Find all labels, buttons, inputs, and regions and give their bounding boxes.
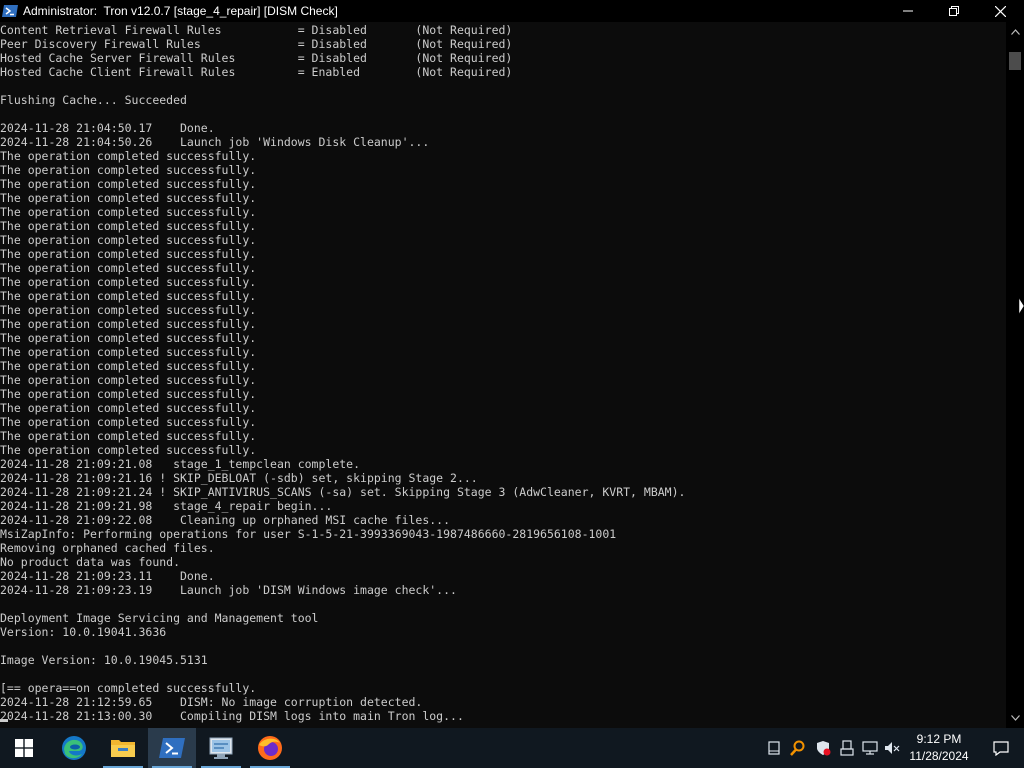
chevron-up-icon <box>1010 29 1020 35</box>
console-line: The operation completed successfully. <box>0 415 257 429</box>
taskbar: 9:12 PM 11/28/2024 <box>0 728 1024 768</box>
console-line: The operation completed successfully. <box>0 233 257 247</box>
console-line: The operation completed successfully. <box>0 149 257 163</box>
scroll-up-button[interactable] <box>1006 24 1024 40</box>
console-line: Removing orphaned cached files. <box>0 541 215 555</box>
console-line: The operation completed successfully. <box>0 317 257 331</box>
close-icon <box>994 5 1006 17</box>
console-line: Version: 10.0.19041.3636 <box>0 625 167 639</box>
console-line: Content Retrieval Firewall Rules = Disab… <box>0 23 513 37</box>
powershell-icon <box>159 738 185 758</box>
console-line: The operation completed successfully. <box>0 429 257 443</box>
console-line: Hosted Cache Client Firewall Rules = Ena… <box>0 65 513 79</box>
console-line: 2024-11-28 21:09:21.24 ! SKIP_ANTIVIRUS_… <box>0 485 686 499</box>
console-line: [== opera==on completed successfully. <box>0 681 257 695</box>
console-line: MsiZapInfo: Performing operations for us… <box>0 527 617 541</box>
control-panel-icon <box>209 737 233 759</box>
console-line: The operation completed successfully. <box>0 205 257 219</box>
tray-volume-muted-icon[interactable] <box>884 740 900 756</box>
console-line: The operation completed successfully. <box>0 247 257 261</box>
clock-time: 9:12 PM <box>916 732 962 746</box>
console-window[interactable]: Administrator: Tron v12.0.7 [stage_4_rep… <box>0 0 1024 728</box>
console-line: The operation completed successfully. <box>0 303 257 317</box>
scroll-thumb[interactable] <box>1009 52 1021 70</box>
tray-search-icon[interactable] <box>790 740 806 756</box>
console-line: The operation completed successfully. <box>0 275 257 289</box>
console-line: 2024-11-28 21:04:50.26 Launch job 'Windo… <box>0 135 430 149</box>
taskbar-powershell[interactable] <box>148 728 196 768</box>
taskbar-edge[interactable] <box>50 728 98 768</box>
action-center-button[interactable] <box>978 728 1024 768</box>
console-line: The operation completed successfully. <box>0 163 257 177</box>
firefox-icon <box>258 736 282 760</box>
tray-network-icon[interactable] <box>862 740 878 756</box>
tray-security-icon[interactable] <box>815 740 831 756</box>
minimize-button[interactable] <box>885 0 931 22</box>
vertical-scrollbar[interactable] <box>1006 22 1024 728</box>
file-explorer-icon <box>111 740 135 757</box>
windows-start-icon <box>15 739 33 757</box>
system-clock[interactable]: 9:12 PM 11/28/2024 <box>900 731 978 765</box>
console-line: 2024-11-28 21:09:21.08 stage_1_tempclean… <box>0 457 361 471</box>
console-line: The operation completed successfully. <box>0 345 257 359</box>
console-line: 2024-11-28 21:09:21.16 ! SKIP_DEBLOAT (-… <box>0 471 478 485</box>
taskbar-file-explorer[interactable] <box>99 728 147 768</box>
console-output[interactable]: Content Retrieval Firewall Rules = Disab… <box>0 23 1006 728</box>
console-line: The operation completed successfully. <box>0 443 257 457</box>
maximize-button[interactable] <box>931 0 977 22</box>
chevron-down-icon <box>1010 715 1020 721</box>
console-line: Flushing Cache... Succeeded <box>0 93 187 107</box>
text-cursor <box>0 719 8 722</box>
console-line: 2024-11-28 21:13:00.30 Compiling DISM lo… <box>0 709 464 723</box>
console-line: No product data was found. <box>0 555 181 569</box>
console-line: The operation completed successfully. <box>0 373 257 387</box>
tray-tablet-icon[interactable] <box>766 740 782 756</box>
restore-icon <box>949 6 959 16</box>
console-line: 2024-11-28 21:09:21.98 stage_4_repair be… <box>0 499 333 513</box>
console-line: The operation completed successfully. <box>0 359 257 373</box>
powershell-icon <box>2 3 18 19</box>
console-line: 2024-11-28 21:09:22.08 Cleaning up orpha… <box>0 513 451 527</box>
console-line: The operation completed successfully. <box>0 177 257 191</box>
title-bar[interactable]: Administrator: Tron v12.0.7 [stage_4_rep… <box>0 0 1024 22</box>
console-line: Image Version: 10.0.19045.5131 <box>0 653 208 667</box>
console-line: The operation completed successfully. <box>0 289 257 303</box>
console-line: The operation completed successfully. <box>0 219 257 233</box>
window-title: Administrator: Tron v12.0.7 [stage_4_rep… <box>23 4 338 18</box>
notification-center-icon <box>993 740 1009 756</box>
console-line: Hosted Cache Server Firewall Rules = Dis… <box>0 51 513 65</box>
minimize-icon <box>903 10 913 12</box>
console-line: The operation completed successfully. <box>0 401 257 415</box>
clock-date: 11/28/2024 <box>909 749 969 763</box>
console-line: The operation completed successfully. <box>0 191 257 205</box>
console-line: The operation completed successfully. <box>0 331 257 345</box>
console-line: Deployment Image Servicing and Managemen… <box>0 611 319 625</box>
console-line: 2024-11-28 21:04:50.17 Done. <box>0 121 215 135</box>
console-line: The operation completed successfully. <box>0 261 257 275</box>
console-line: 2024-11-28 21:09:23.19 Launch job 'DISM … <box>0 583 457 597</box>
tray-usb-icon[interactable] <box>839 740 855 756</box>
close-button[interactable] <box>977 0 1023 22</box>
taskbar-firefox[interactable] <box>246 728 294 768</box>
console-line: 2024-11-28 21:09:23.11 Done. <box>0 569 215 583</box>
edge-icon <box>62 736 86 760</box>
console-line: Peer Discovery Firewall Rules = Disabled… <box>0 37 513 51</box>
mouse-pointer-icon <box>1018 297 1024 320</box>
console-line: The operation completed successfully. <box>0 387 257 401</box>
console-line: 2024-11-28 21:12:59.65 DISM: No image co… <box>0 695 423 709</box>
start-button[interactable] <box>0 728 48 768</box>
scroll-down-button[interactable] <box>1006 710 1024 726</box>
taskbar-control-panel[interactable] <box>197 728 245 768</box>
